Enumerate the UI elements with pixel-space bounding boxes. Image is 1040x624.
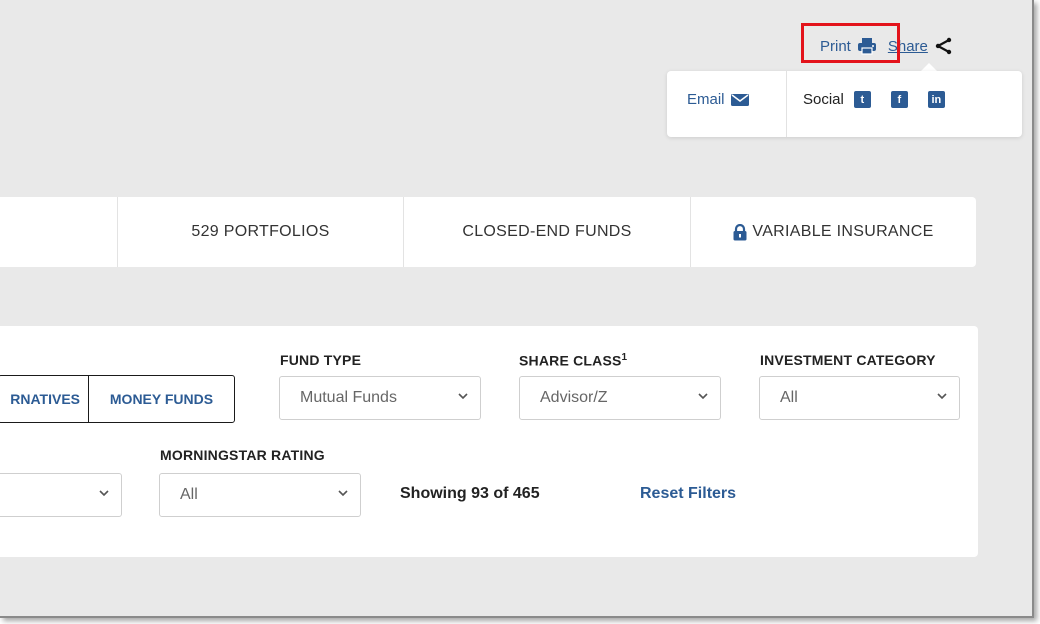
share-icon — [935, 37, 952, 55]
tab-529-portfolios[interactable]: 529 PORTFOLIOS — [117, 197, 403, 267]
chevron-down-icon — [937, 393, 947, 400]
investment-category-select[interactable]: All — [759, 376, 960, 420]
linkedin-icon[interactable]: in — [927, 91, 945, 108]
product-tabs: 529 PORTFOLIOS CLOSED-END FUNDS VARIABLE… — [0, 197, 976, 267]
segment-alternatives[interactable]: RNATIVES — [0, 376, 89, 422]
chevron-down-icon — [338, 490, 348, 497]
fund-type-label: FUND TYPE — [280, 352, 362, 368]
page-frame: Print Share Email Social t f in 529 PORT… — [0, 0, 1034, 618]
morningstar-rating-label: MORNINGSTAR RATING — [160, 447, 325, 463]
investment-category-label: INVESTMENT CATEGORY — [760, 352, 936, 368]
fund-type-value: Mutual Funds — [300, 389, 397, 406]
email-label: Email — [687, 91, 725, 108]
segment-label: MONEY FUNDS — [109, 391, 214, 407]
investment-category-value: All — [780, 389, 798, 406]
social-label: Social — [803, 91, 844, 108]
chevron-down-icon — [99, 490, 109, 497]
morningstar-rating-select[interactable]: All — [159, 473, 361, 517]
social-share: Social t f in — [803, 91, 945, 108]
share-class-label: SHARE CLASS1 — [519, 352, 628, 369]
segment-money-funds[interactable]: MONEY FUNDS — [89, 376, 234, 422]
popover-divider — [786, 71, 787, 137]
segment-label: RNATIVES — [10, 391, 80, 407]
print-highlight-box — [801, 23, 900, 63]
reset-filters-link[interactable]: Reset Filters — [640, 485, 736, 503]
facebook-icon[interactable]: f — [890, 91, 908, 108]
tab-label: CLOSED-END FUNDS — [462, 223, 632, 240]
morningstar-rating-value: All — [180, 486, 198, 503]
twitter-icon[interactable]: t — [853, 91, 871, 108]
share-class-footnote: 1 — [621, 352, 628, 363]
tab-closed-end-funds[interactable]: CLOSED-END FUNDS — [403, 197, 690, 267]
chevron-down-icon — [458, 393, 468, 400]
share-class-value: Advisor/Z — [540, 389, 608, 406]
tab-previous-partial[interactable] — [0, 197, 117, 267]
results-count: Showing 93 of 465 — [400, 485, 540, 502]
envelope-icon — [730, 93, 749, 106]
share-class-select[interactable]: Advisor/Z — [519, 376, 721, 420]
email-share-link[interactable]: Email — [687, 91, 749, 108]
tab-label: VARIABLE INSURANCE — [752, 223, 934, 240]
fund-type-select[interactable]: Mutual Funds — [279, 376, 481, 420]
lock-icon — [733, 223, 747, 240]
share-popover: Email Social t f in — [667, 71, 1022, 137]
tab-label: 529 PORTFOLIOS — [191, 223, 330, 240]
asset-class-segment: RNATIVES MONEY FUNDS — [0, 375, 235, 423]
tab-variable-insurance[interactable]: VARIABLE INSURANCE — [690, 197, 976, 267]
partial-select-left[interactable] — [0, 473, 122, 517]
chevron-down-icon — [698, 393, 708, 400]
